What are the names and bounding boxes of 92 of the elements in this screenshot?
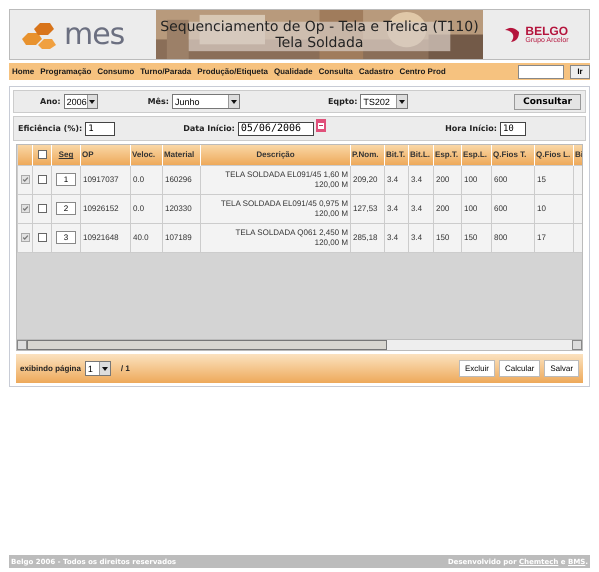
table-cell: 107189	[165, 233, 192, 242]
table-cell: 285,18	[353, 233, 378, 242]
row-checkbox[interactable]	[38, 175, 46, 184]
table-cell: 100	[464, 175, 478, 184]
brand-name: BELGO	[525, 25, 569, 37]
dropdown-caret-icon	[89, 100, 96, 104]
column-header: Material	[164, 150, 194, 160]
table-cell: 3.4	[411, 204, 422, 213]
action-button[interactable]: Calcular	[498, 360, 540, 377]
table-cell: 120330	[165, 204, 192, 213]
efficiency-label: Eficiência (%):	[18, 124, 82, 133]
table-cell: 150	[436, 233, 450, 242]
menu-item[interactable]: Cadastro	[358, 67, 394, 76]
page-total: / 1	[120, 364, 130, 373]
table-cell: 40.0	[133, 233, 149, 242]
sequence-field[interactable]: 3	[56, 231, 76, 244]
select-all-checkbox[interactable]	[38, 150, 46, 160]
table-cell-text: TELA SOLDADA Q061 2,450 M 120,00 M	[234, 228, 348, 248]
table-cell: 600	[494, 175, 508, 184]
brand-mark-icon	[503, 26, 522, 42]
month-label: Mês:	[148, 97, 169, 106]
menu-item[interactable]: Home	[12, 67, 34, 76]
menu-item[interactable]: Centro Prod	[400, 67, 446, 76]
table-cell: 15	[537, 175, 546, 184]
table-cell: 200	[436, 175, 450, 184]
table-cell: 160296	[165, 175, 192, 184]
dropdown-caret-icon	[230, 100, 237, 104]
year-select[interactable]: 2006	[64, 94, 98, 109]
action-button[interactable]: Salvar	[544, 360, 579, 377]
table-cell: 800	[494, 233, 508, 242]
table-cell: 3.4	[411, 233, 422, 242]
column-header: Esp.T.	[435, 150, 458, 160]
table-cell: 0.0	[133, 204, 144, 213]
column-header: P.Nom.	[352, 150, 379, 160]
efficiency-field[interactable]: 1	[85, 122, 116, 136]
column-header: Esp.L.	[463, 150, 488, 160]
table-cell: 3.4	[387, 175, 398, 184]
page-subtitle: Tela Soldada	[276, 34, 364, 50]
start-date-label: Data Início:	[183, 124, 235, 133]
start-hour-label: Hora Início:	[445, 124, 497, 133]
search-field[interactable]	[518, 64, 564, 78]
action-button[interactable]: Excluir	[458, 360, 495, 377]
column-header: Bit.L.	[410, 150, 430, 160]
row-checkbox[interactable]	[38, 233, 46, 242]
menu-item[interactable]: Consumo	[97, 67, 134, 76]
table-cell: 200	[436, 204, 450, 213]
dropdown-caret-icon	[102, 366, 108, 370]
column-header: OP	[82, 150, 94, 160]
page-title: Sequenciamento de Op - Tela e Trelica (T110)	[160, 18, 479, 34]
menu-item[interactable]: Consulta	[318, 67, 353, 76]
column-header: Q.Fios T.	[493, 150, 526, 160]
table-cell: 3.4	[387, 233, 398, 242]
logo-text: mes	[64, 20, 124, 50]
query-button[interactable]: Consultar	[514, 94, 581, 110]
table-cell: 17	[537, 233, 546, 242]
column-header: Descrição	[256, 150, 295, 160]
menu-item[interactable]: Qualidade	[274, 67, 313, 76]
menu-item[interactable]: Programação	[40, 67, 92, 76]
start-date-field[interactable]: 05/06/2006	[238, 122, 314, 136]
row-checkbox[interactable]	[38, 204, 46, 214]
table-cell-text: TELA SOLDADA EL091/45 1,60 M 120,00 M	[224, 170, 348, 190]
column-header: Q.Fios L.	[536, 150, 570, 160]
menu-item[interactable]: Turno/Parada	[140, 67, 192, 76]
go-button[interactable]: Ir	[570, 64, 590, 78]
year-label: Ano:	[40, 97, 61, 106]
month-select[interactable]: Junho	[172, 94, 240, 109]
column-header: Bit.T.	[386, 150, 406, 160]
calendar-icon[interactable]	[316, 119, 326, 132]
equipment-select[interactable]: TS202	[360, 94, 408, 109]
table-cell: 3.4	[387, 204, 398, 213]
table-cell: 10926152	[83, 204, 119, 213]
table-cell: 10917037	[83, 175, 119, 184]
sequence-field[interactable]: 2	[56, 202, 76, 215]
table-cell: 600	[494, 204, 508, 213]
table-cell: 10	[537, 204, 546, 213]
menu-item[interactable]: Produção/Etiqueta	[197, 67, 268, 76]
table-cell: 10921648	[83, 233, 119, 242]
table-cell: 127,53	[353, 204, 378, 213]
dropdown-caret-icon	[399, 100, 406, 104]
table-cell: 209,20	[353, 175, 378, 184]
table-cell: 150	[464, 233, 478, 242]
equipment-label: Eqpto:	[328, 97, 358, 106]
horizontal-scrollbar[interactable]	[17, 339, 582, 350]
column-header: Veloc.	[132, 150, 156, 160]
table-cell: 0.0	[133, 175, 144, 184]
pager-label: exibindo página	[20, 364, 81, 373]
table-cell: 3.4	[411, 175, 422, 184]
sequence-field[interactable]: 1	[56, 173, 76, 186]
start-hour-field[interactable]: 10	[500, 122, 526, 136]
table-cell-text: TELA SOLDADA EL091/45 0,975 M 120,00 M	[220, 198, 348, 218]
table-cell: 100	[464, 204, 478, 213]
page-select[interactable]: 1	[84, 361, 111, 376]
